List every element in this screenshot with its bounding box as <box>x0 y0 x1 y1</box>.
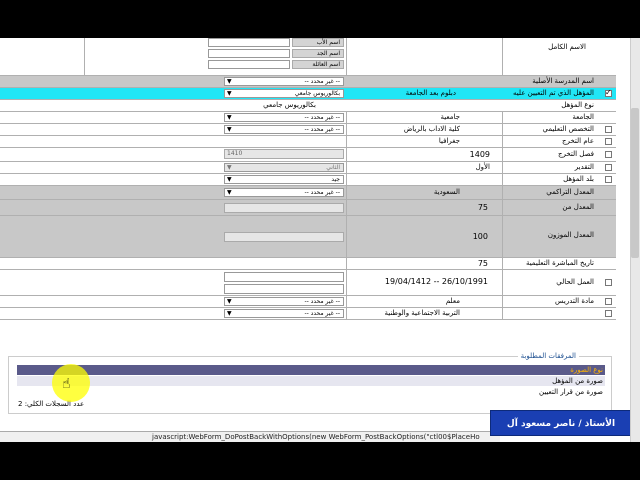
cumulative-gpa-value: السعودية <box>433 188 460 196</box>
current-job-date-input-2[interactable] <box>224 284 344 294</box>
specialization-checkbox[interactable] <box>605 126 612 133</box>
cumulative-gpa-row: المعدل التراكمي السعودية -- غير محدد -- ▼ <box>0 186 616 200</box>
appointed-qualification-checkbox[interactable] <box>605 88 612 97</box>
subject-detail-row: التربية الاجتماعية والوطنية -- غير محدد … <box>0 308 616 320</box>
grade-value: الأول <box>475 163 490 171</box>
teaching-subject-row: مادة التدريس معلم -- غير محدد -- ▼ <box>0 296 616 308</box>
teaching-subject-checkbox[interactable] <box>605 298 612 305</box>
graduation-year-row: عام التخرج جغرافيا <box>0 136 616 148</box>
hand-cursor-icon: ☝ <box>62 376 71 392</box>
university-row: الجامعة جامعية -- غير محدد -- ▼ <box>0 112 616 124</box>
graduation-year-checkbox[interactable] <box>605 138 612 145</box>
vertical-scrollbar[interactable] <box>630 38 640 442</box>
status-bar: javascript:WebForm_DoPostBackWithOptions… <box>0 431 500 442</box>
current-job-label: العمل الحالي <box>556 278 594 286</box>
qualification-country-checkbox[interactable] <box>605 176 612 183</box>
current-job-checkbox[interactable] <box>605 279 612 286</box>
university-select[interactable]: -- غير محدد -- ▼ <box>224 113 344 122</box>
original-school-label: اسم المدرسة الأصلية <box>532 77 594 85</box>
teaching-subject-select[interactable]: -- غير محدد -- ▼ <box>224 297 344 306</box>
graduation-semester-value: 1409 <box>469 150 490 159</box>
attachment-item[interactable]: صورة من المؤهل <box>17 376 605 386</box>
teaching-start-label: تاريخ المباشرة التعليمية <box>525 259 594 267</box>
browser-viewport: الاسم الكامل اسم الأب اسم الجد اسم العائ… <box>0 38 640 442</box>
gpa-from-input[interactable] <box>224 203 344 213</box>
teaching-start-value: 75 <box>477 259 488 268</box>
original-school-select[interactable]: -- غير محدد -- ▼ <box>224 77 344 86</box>
attachment-item[interactable]: صورة من قرار التعيين <box>17 387 605 397</box>
weighted-gpa-label: المعدل الموزون <box>547 231 594 239</box>
weighted-gpa-row: المعدل الموزون 100 <box>0 216 616 258</box>
university-value: جامعية <box>440 113 460 121</box>
subject-detail-value: التربية الاجتماعية والوطنية <box>384 309 460 317</box>
scrollbar-thumb[interactable] <box>631 108 639 258</box>
graduation-semester-label: فصل التخرج <box>557 150 594 158</box>
qualification-type-row: نوع المؤهل بكالوريوس جامعي <box>0 100 616 112</box>
weighted-gpa-input[interactable] <box>224 232 344 242</box>
appointed-qualification-select[interactable]: بكالوريوس جامعي ▼ <box>224 89 344 98</box>
graduation-semester-row: فصل التخرج 1409 1410 <box>0 148 616 162</box>
cumulative-gpa-label: المعدل التراكمي <box>546 188 594 196</box>
appointed-qualification-row: المؤهل الذي تم التعيين عليه دبلوم بعد ال… <box>0 88 616 100</box>
attachments-header: نوع الصورة <box>17 365 605 375</box>
specialization-label: التخصص التعليمي <box>542 125 594 133</box>
subject-detail-checkbox[interactable] <box>605 310 612 317</box>
qualification-type-label: نوع المؤهل <box>561 101 594 109</box>
graduation-semester-checkbox[interactable] <box>605 151 612 158</box>
name-fields: اسم الأب اسم الجد اسم العائلة <box>208 38 344 72</box>
teaching-subject-label: مادة التدريس <box>554 297 594 305</box>
original-school-row: اسم المدرسة الأصلية -- غير محدد -- ▼ <box>0 76 616 88</box>
grade-row: التقدير الأول الثاني ▼ <box>0 162 616 174</box>
qualification-country-row: بلد المؤهل جيد ▼ <box>0 174 616 186</box>
grade-label: التقدير <box>574 163 594 171</box>
specialization-row: التخصص التعليمي كلية الاداب بالرياض -- غ… <box>0 124 616 136</box>
family-name-label: اسم العائلة <box>292 60 344 69</box>
current-job-date-input-1[interactable] <box>224 272 344 282</box>
cursor-highlight <box>52 364 90 402</box>
graduation-year-label: عام التخرج <box>562 137 594 145</box>
grade-select[interactable]: الثاني ▼ <box>224 163 344 172</box>
father-name-input[interactable] <box>208 38 290 47</box>
gpa-from-label: المعدل من <box>562 203 594 211</box>
qualification-country-select[interactable]: جيد ▼ <box>224 175 344 184</box>
grandfather-name-label: اسم الجد <box>292 49 344 58</box>
qualification-type-value: بكالوريوس جامعي <box>263 101 316 109</box>
full-name-row: الاسم الكامل اسم الأب اسم الجد اسم العائ… <box>0 38 616 76</box>
qualification-country-label: بلد المؤهل <box>563 175 594 183</box>
grade-checkbox[interactable] <box>605 164 612 171</box>
gpa-from-value: 75 <box>477 203 488 212</box>
appointed-qualification-value: دبلوم بعد الجامعة <box>405 89 456 97</box>
teaching-subject-value: معلم <box>445 297 460 305</box>
subject-detail-select[interactable]: -- غير محدد -- ▼ <box>224 309 344 318</box>
grandfather-name-input[interactable] <box>208 49 290 58</box>
father-name-label: اسم الأب <box>292 38 344 47</box>
specialization-select[interactable]: -- غير محدد -- ▼ <box>224 125 344 134</box>
attachments-fieldset: المرفقات المطلوبة نوع الصورة صورة من الم… <box>8 352 612 414</box>
attachments-legend: المرفقات المطلوبة <box>517 352 579 360</box>
gpa-from-row: المعدل من 75 <box>0 200 616 216</box>
teaching-start-row: تاريخ المباشرة التعليمية 75 <box>0 258 616 270</box>
graduation-semester-input[interactable]: 1410 <box>224 149 344 159</box>
university-label: الجامعة <box>572 113 594 121</box>
full-name-label: الاسم الكامل <box>548 43 586 51</box>
current-job-value: 26/10/1991 -- 19/04/1412 <box>384 277 488 286</box>
cumulative-gpa-select[interactable]: -- غير محدد -- ▼ <box>224 188 344 197</box>
graduation-year-value: جغرافيا <box>438 137 460 145</box>
weighted-gpa-value: 100 <box>472 232 488 241</box>
specialization-value: كلية الاداب بالرياض <box>403 125 460 133</box>
presenter-banner: الأستاذ / ناصر مسعود آل مستنير <box>490 410 632 436</box>
current-job-row: العمل الحالي 26/10/1991 -- 19/04/1412 <box>0 270 616 296</box>
family-name-input[interactable] <box>208 60 290 69</box>
appointed-qualification-label: المؤهل الذي تم التعيين عليه <box>513 89 594 97</box>
